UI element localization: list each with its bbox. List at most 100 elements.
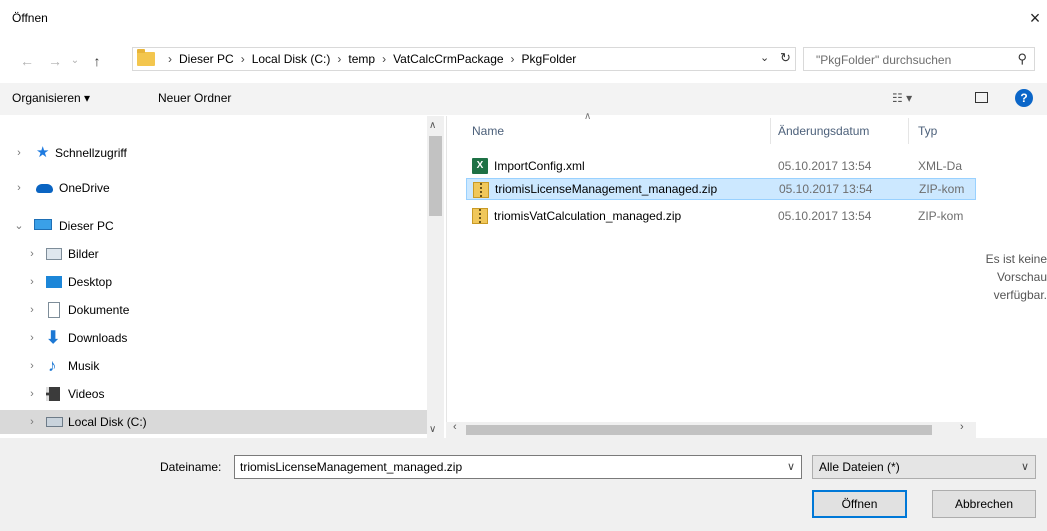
file-date: 05.10.2017 13:54 [778,159,872,173]
preview-text-line: Vorschau [996,270,1047,284]
view-options-button[interactable]: ☷ ▾ [892,91,912,105]
search-input[interactable]: "PkgFolder" durchsuchen [816,53,951,67]
file-row-selected[interactable]: triomisLicenseManagement_managed.zip 05.… [466,178,976,200]
scroll-up-icon[interactable]: ∧ [429,120,436,131]
breadcrumb-item[interactable]: PkgFolder [522,52,577,66]
sidebar-item-schnellzugriff[interactable]: › ★ Schnellzugriff [0,141,427,165]
breadcrumb-item[interactable]: Dieser PC [179,52,234,66]
music-icon: ♪ [48,356,57,375]
sidebar-item-label: Musik [68,359,100,373]
help-button[interactable]: ? [1015,89,1033,107]
sidebar-item-videos[interactable]: › Videos [0,382,427,406]
file-date: 05.10.2017 13:54 [779,182,873,196]
column-separator[interactable] [770,118,771,144]
file-row[interactable]: triomisVatCalculation_managed.zip 05.10.… [466,205,976,227]
preview-pane-icon[interactable] [975,92,988,103]
breadcrumb-separator[interactable]: › [375,52,393,66]
file-row[interactable]: X ImportConfig.xml 05.10.2017 13:54 XML-… [466,155,976,177]
chevron-right-icon[interactable]: › [26,382,38,406]
chevron-right-icon[interactable]: › [26,410,38,434]
file-type: ZIP-kom [918,209,964,223]
sidebar-item-downloads[interactable]: › ⬇ Downloads [0,326,427,350]
scroll-down-icon[interactable]: ∨ [429,424,436,435]
zip-icon [472,208,488,224]
scroll-right-icon[interactable]: › [960,421,964,433]
sidebar-item-label: Videos [68,387,105,401]
chevron-right-icon[interactable]: › [26,270,38,294]
file-type-filter-value[interactable]: Alle Dateien (*) [819,460,900,474]
download-icon: ⬇ [46,328,61,347]
chevron-down-icon[interactable]: ∨ [787,460,795,473]
chevron-right-icon[interactable]: › [26,242,38,266]
chevron-right-icon[interactable]: › [26,298,38,322]
title-bar [0,0,1047,38]
zip-icon [473,182,489,198]
chevron-right-icon[interactable]: › [13,176,25,200]
sidebar-item-local-disk[interactable]: › Local Disk (C:) [0,410,427,434]
column-separator[interactable] [908,118,909,144]
breadcrumb-separator[interactable]: › [330,52,348,66]
filename-label: Dateiname: [160,460,222,474]
documents-icon [48,302,60,318]
organize-button[interactable]: Organisieren ▾ [12,91,90,105]
sidebar-scroll-thumb[interactable] [429,136,442,216]
breadcrumb-item[interactable]: Local Disk (C:) [252,52,331,66]
file-name: triomisVatCalculation_managed.zip [494,209,682,223]
filename-field[interactable]: triomisLicenseManagement_managed.zip ∨ [234,455,802,479]
address-dropdown-icon[interactable]: ⌄ [760,51,769,64]
computer-icon [34,219,52,230]
sidebar-item-bilder[interactable]: › Bilder [0,242,427,266]
breadcrumb-separator[interactable]: › [504,52,522,66]
chevron-down-icon[interactable]: ∨ [1021,460,1029,473]
sidebar-item-label: Dieser PC [59,219,114,233]
breadcrumb-item[interactable]: VatCalcCrmPackage [393,52,503,66]
breadcrumb: › Dieser PC › Local Disk (C:) › temp › VatCalcC… [161,52,576,66]
sidebar-item-onedrive[interactable]: › OneDrive [0,176,427,200]
close-button[interactable]: × [1024,7,1046,29]
desktop-icon [46,276,62,288]
scroll-left-icon[interactable]: ‹ [453,421,457,433]
sidebar-item-desktop[interactable]: › Desktop [0,270,427,294]
sidebar-item-dieser-pc[interactable]: ⌄ Dieser PC [0,214,427,238]
horizontal-scroll-thumb[interactable] [466,425,932,435]
sidebar-item-label: Bilder [68,247,99,261]
column-header-date[interactable]: Änderungsdatum [778,124,869,138]
sidebar-item-label: Downloads [68,331,128,345]
drive-icon [46,417,63,427]
chevron-right-icon[interactable]: › [26,326,38,350]
chevron-down-icon[interactable]: ⌄ [13,214,25,238]
refresh-icon[interactable]: ↻ [780,50,791,66]
search-icon[interactable]: ⚲ [1017,51,1027,67]
file-name: triomisLicenseManagement_managed.zip [495,182,718,196]
open-button[interactable]: Öffnen [812,490,907,518]
up-folder-icon[interactable]: ↑ [88,50,106,72]
pane-divider[interactable] [446,116,447,438]
recent-locations-icon[interactable]: ⌄ [66,50,84,72]
file-date: 05.10.2017 13:54 [778,209,872,223]
cancel-button[interactable]: Abbrechen [932,490,1036,518]
back-icon[interactable]: ← [18,50,36,72]
breadcrumb-item[interactable]: temp [348,52,375,66]
search-box[interactable]: "PkgFolder" durchsuchen ⚲ [803,47,1035,71]
preview-text-line: verfügbar. [993,288,1047,302]
sort-ascending-icon: ∧ [584,111,592,122]
column-header-name[interactable]: Name [472,124,504,138]
cloud-icon [36,184,53,193]
file-type: ZIP-kom [919,182,965,196]
forward-icon[interactable]: → [46,50,64,72]
chevron-right-icon[interactable]: › [13,141,25,165]
address-bar[interactable]: › Dieser PC › Local Disk (C:) › temp › VatCalcC… [132,47,796,71]
column-header-type[interactable]: Typ [918,124,937,138]
sidebar-item-dokumente[interactable]: › Dokumente [0,298,427,322]
file-name: ImportConfig.xml [494,159,585,173]
breadcrumb-separator[interactable]: › [234,52,252,66]
folder-icon [137,49,155,66]
file-type-filter[interactable]: Alle Dateien (*) ∨ [812,455,1036,479]
new-folder-button[interactable]: Neuer Ordner [158,91,231,105]
filename-value[interactable]: triomisLicenseManagement_managed.zip [240,460,462,474]
sidebar-item-label: Desktop [68,275,113,289]
chevron-right-icon[interactable]: › [26,354,38,378]
preview-text-line: Es ist keine [985,252,1047,266]
sidebar-item-musik[interactable]: › ♪ Musik [0,354,427,378]
excel-xml-icon: X [472,158,488,174]
